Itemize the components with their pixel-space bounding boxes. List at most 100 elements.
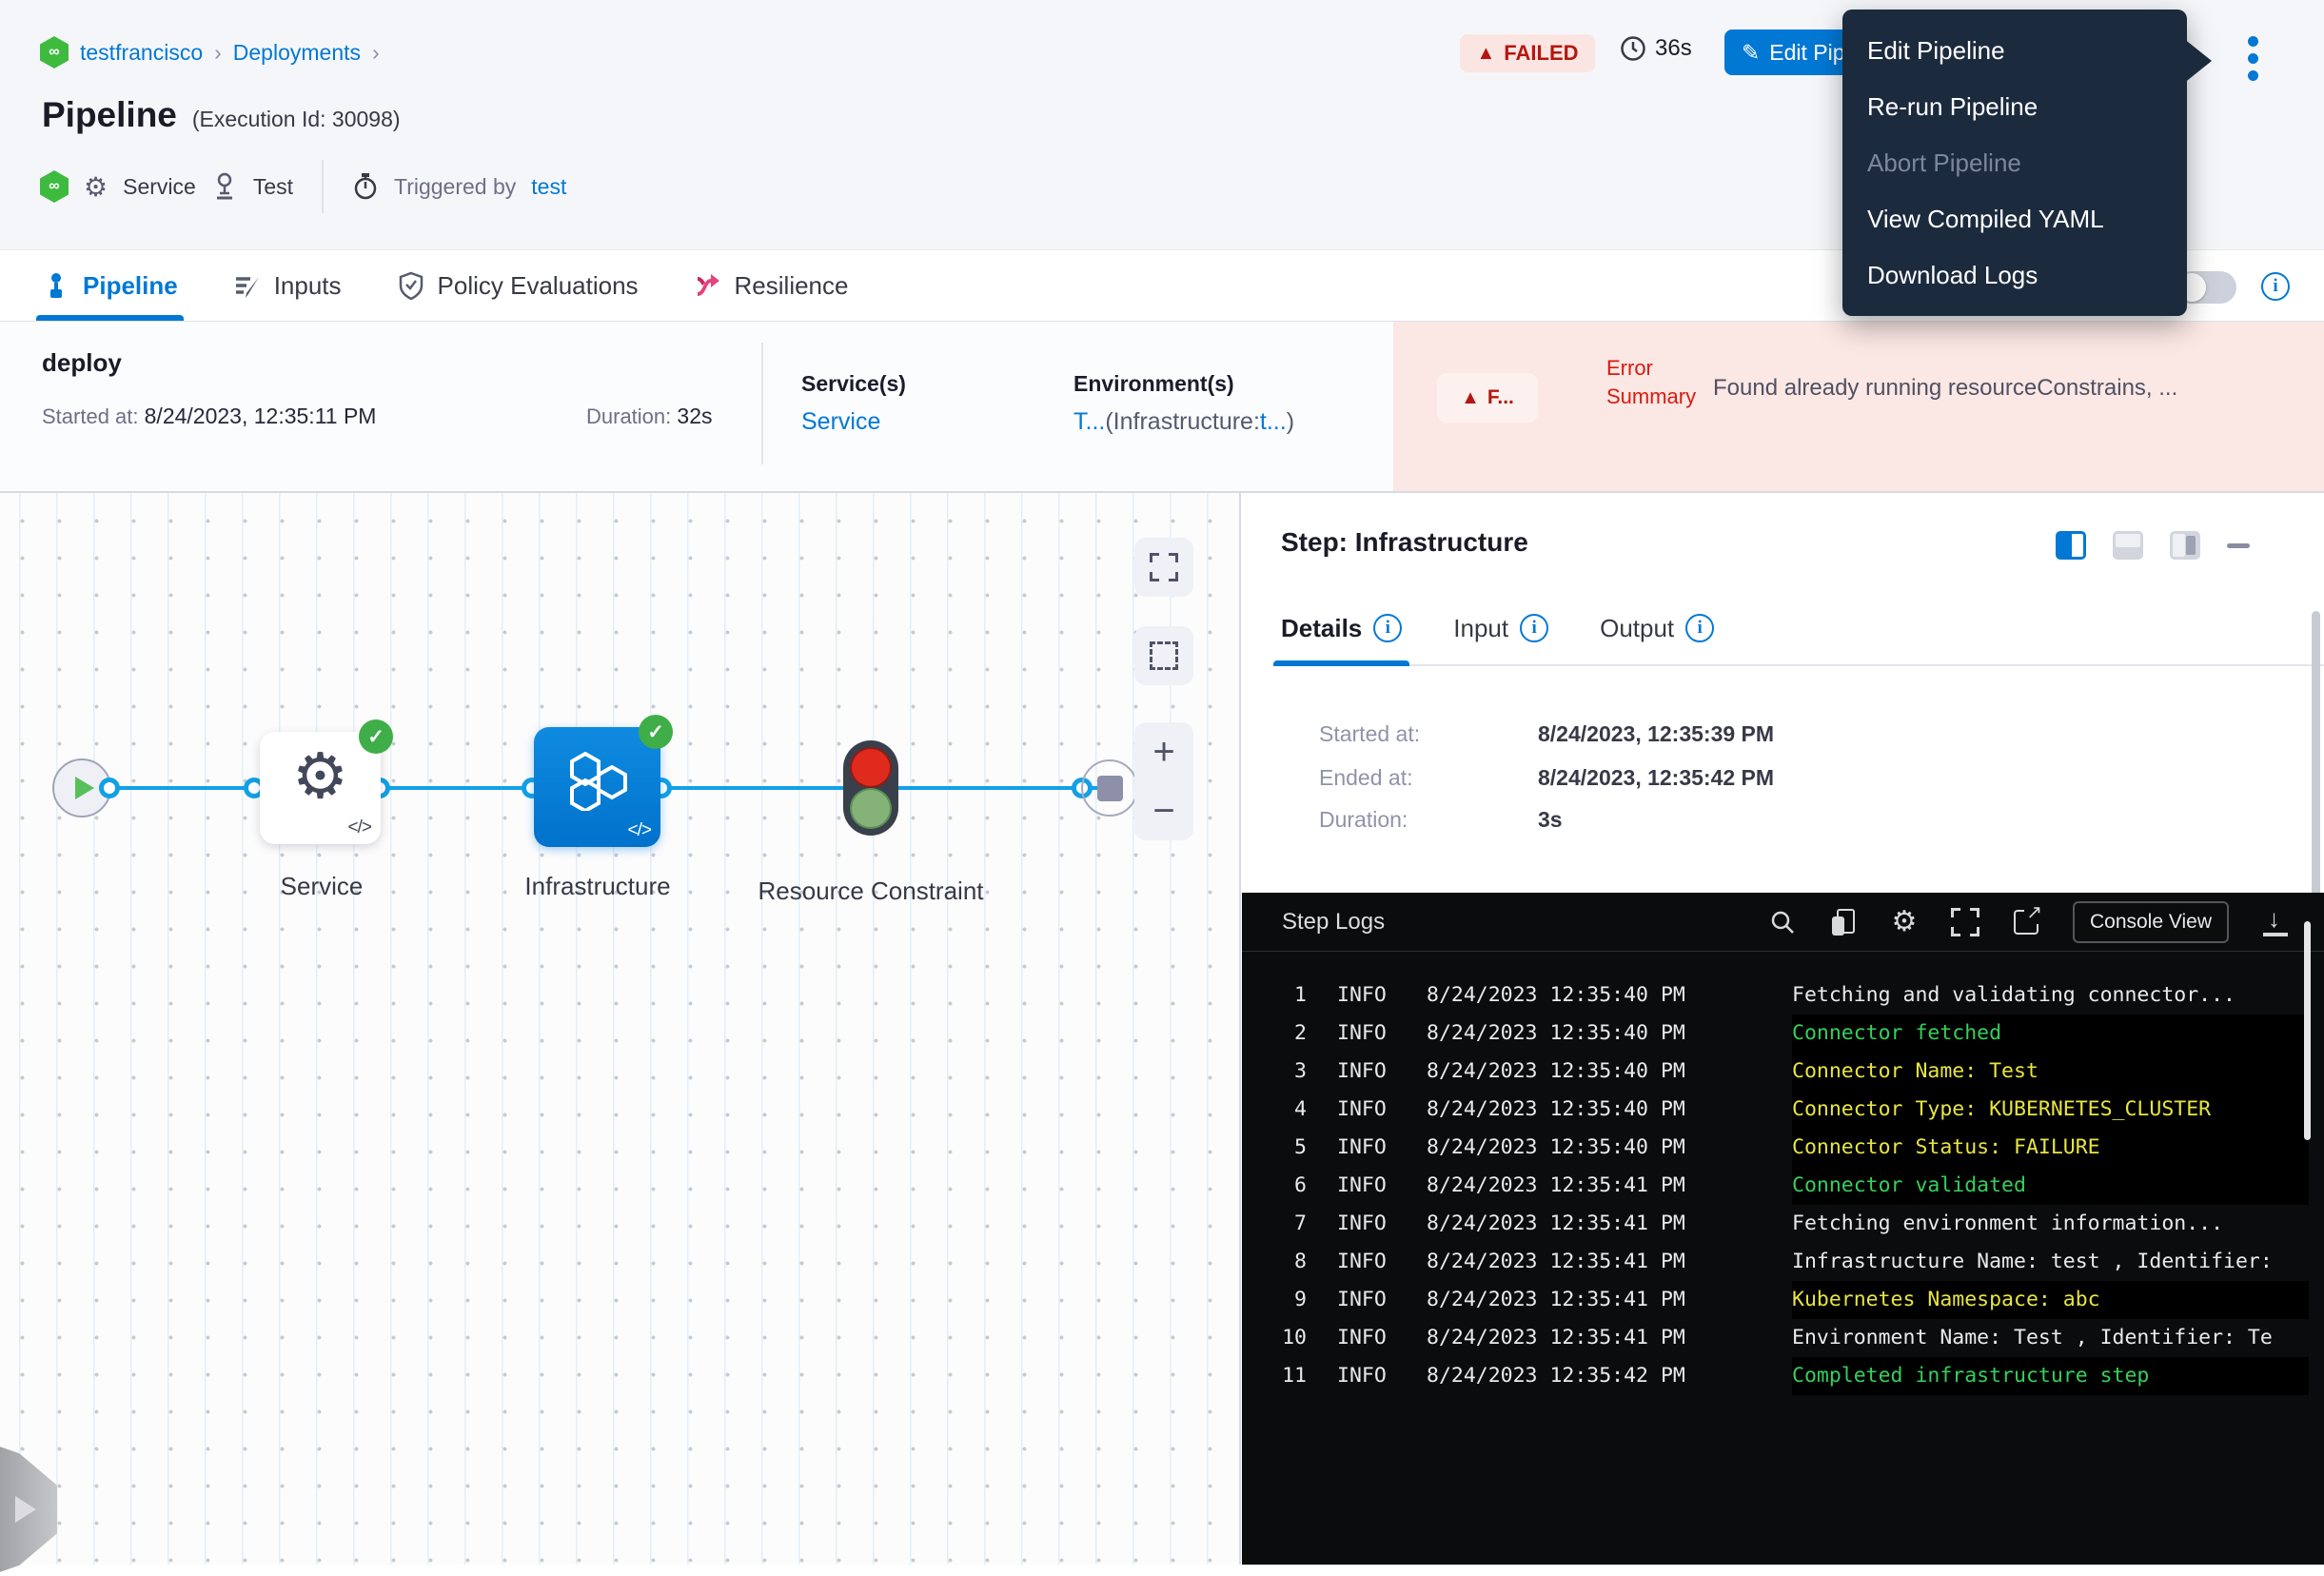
pipeline-icon bbox=[42, 271, 70, 300]
marquee-select-icon bbox=[1150, 641, 1178, 670]
clock-icon bbox=[1620, 35, 1646, 62]
log-line: 11INFO 8/24/2023 12:35:42 PM Completed i… bbox=[1242, 1357, 2324, 1395]
success-check-icon: ✓ bbox=[639, 715, 673, 749]
graph-node-infrastructure[interactable]: ✓ </> bbox=[534, 727, 660, 847]
menu-item-view-compiled-yaml[interactable]: View Compiled YAML bbox=[1842, 191, 2187, 247]
step-panel-title: Step: Infrastructure bbox=[1281, 527, 1528, 558]
traffic-light-green-icon bbox=[850, 788, 892, 829]
layout-right-view-icon[interactable] bbox=[2170, 531, 2200, 560]
log-line: 9INFO 8/24/2023 12:35:41 PM Kubernetes N… bbox=[1242, 1281, 2324, 1319]
service-gear-icon: ⚙ bbox=[84, 171, 108, 203]
environment-icon bbox=[211, 172, 238, 201]
canvas-zoom-controls: + − bbox=[1134, 722, 1193, 840]
log-line: 10INFO 8/24/2023 12:35:41 PM Environment… bbox=[1242, 1319, 2324, 1357]
tab-resilience[interactable]: Resilience bbox=[694, 250, 849, 321]
stage-started-at: Started at: 8/24/2023, 12:35:11 PM bbox=[42, 404, 376, 429]
minimize-panel-icon[interactable] bbox=[2227, 543, 2250, 548]
node-label-service: Service bbox=[226, 872, 417, 901]
error-status-badge: ▲ F... bbox=[1437, 373, 1538, 423]
tab-inputs[interactable]: Inputs bbox=[233, 250, 342, 321]
divider bbox=[761, 343, 763, 464]
end-node bbox=[1081, 759, 1138, 817]
log-settings-gear-icon[interactable]: ⚙ bbox=[1890, 908, 1919, 936]
services-label: Service(s) bbox=[801, 371, 906, 397]
log-line: 7INFO 8/24/2023 12:35:41 PM Fetching env… bbox=[1242, 1205, 2324, 1243]
info-icon[interactable]: i bbox=[1685, 614, 1714, 642]
triggered-by-label: Triggered by bbox=[394, 174, 516, 200]
environment-value[interactable]: T...(Infrastructure:t...) bbox=[1073, 408, 1294, 436]
graph-node-service[interactable]: ⚙ ✓ </> bbox=[260, 732, 381, 844]
info-icon[interactable]: i bbox=[2261, 272, 2290, 301]
tab-pipeline[interactable]: Pipeline bbox=[42, 250, 178, 321]
environments-label: Environment(s) bbox=[1073, 371, 1294, 397]
menu-item-edit-pipeline[interactable]: Edit Pipeline bbox=[1842, 23, 2187, 79]
traffic-light-red-icon bbox=[850, 747, 892, 788]
pencil-icon: ✎ bbox=[1742, 40, 1760, 66]
edge-port bbox=[99, 778, 120, 798]
node-label-resource-constraint: Resource Constraint bbox=[757, 872, 985, 910]
inputs-icon bbox=[233, 271, 262, 300]
layout-split-view-icon[interactable] bbox=[2056, 531, 2086, 560]
stage-duration: Duration: 32s bbox=[586, 404, 713, 429]
code-glyph: </> bbox=[348, 818, 371, 838]
error-summary-text: Found already running resourceConstrains… bbox=[1713, 375, 2314, 402]
info-icon[interactable]: i bbox=[1373, 614, 1402, 642]
log-fullscreen-icon[interactable] bbox=[1951, 908, 1979, 936]
graph-node-resource-constraint[interactable] bbox=[843, 740, 898, 836]
step-details-panel: Step: Infrastructure Detailsi Inputi Out… bbox=[1239, 491, 2324, 1565]
pipeline-actions-menu: Edit Pipeline Re-run Pipeline Abort Pipe… bbox=[1842, 10, 2187, 316]
log-line: 5INFO 8/24/2023 12:35:40 PM Connector St… bbox=[1242, 1129, 2324, 1167]
harness-logo-icon: ∞ bbox=[40, 170, 69, 203]
code-glyph: </> bbox=[628, 820, 651, 841]
expand-arrow-icon bbox=[15, 1496, 36, 1523]
zoom-out-button[interactable]: − bbox=[1152, 792, 1174, 830]
tab-policy-evaluations[interactable]: Policy Evaluations bbox=[397, 250, 639, 321]
collapsed-panel-handle[interactable] bbox=[0, 1443, 57, 1576]
canvas-fullscreen-button[interactable] bbox=[1134, 538, 1193, 597]
success-check-icon: ✓ bbox=[359, 719, 393, 754]
service-link[interactable]: Service bbox=[801, 408, 906, 436]
execution-id: (Execution Id: 30098) bbox=[192, 107, 401, 132]
layout-bottom-view-icon[interactable] bbox=[2113, 531, 2143, 560]
resilience-chaos-icon bbox=[694, 271, 722, 300]
panel-tab-input[interactable]: Inputi bbox=[1453, 592, 1548, 664]
pipeline-graph-canvas[interactable]: ⚙ ✓ </> Service ✓ </> Infrastructure Res… bbox=[0, 491, 1239, 1565]
triggered-by-user-link[interactable]: test bbox=[531, 174, 566, 200]
more-options-kebab-icon[interactable] bbox=[2236, 31, 2269, 85]
detail-row-started: Started at:8/24/2023, 12:35:39 PM bbox=[1319, 721, 1420, 747]
console-scrollbar[interactable] bbox=[2304, 921, 2311, 1140]
log-line: 2INFO 8/24/2023 12:35:40 PM Connector fe… bbox=[1242, 1015, 2324, 1053]
step-logs-console: Step Logs ⚙ Console View 1INFO 8/24/2023… bbox=[1242, 893, 2324, 1565]
divider bbox=[322, 160, 324, 213]
log-line: 4INFO 8/24/2023 12:35:40 PM Connector Ty… bbox=[1242, 1091, 2324, 1129]
environment-name: Test bbox=[253, 174, 293, 200]
stage-summary-bar: deploy Started at: 8/24/2023, 12:35:11 P… bbox=[0, 322, 2324, 491]
menu-item-download-logs[interactable]: Download Logs bbox=[1842, 247, 2187, 304]
fullscreen-icon bbox=[1150, 553, 1178, 581]
page-title: Pipeline bbox=[42, 95, 177, 135]
menu-item-abort-pipeline[interactable]: Abort Pipeline bbox=[1842, 135, 2187, 191]
log-open-external-icon[interactable] bbox=[2012, 908, 2040, 936]
log-download-icon[interactable] bbox=[2261, 908, 2290, 936]
info-icon[interactable]: i bbox=[1520, 614, 1548, 642]
stage-name: deploy bbox=[42, 348, 122, 378]
log-search-icon[interactable] bbox=[1768, 908, 1797, 936]
play-icon bbox=[75, 777, 94, 799]
stopwatch-icon bbox=[352, 172, 379, 201]
log-lines-area[interactable]: 1INFO 8/24/2023 12:35:40 PM Fetching and… bbox=[1242, 952, 2324, 1565]
policy-shield-icon bbox=[397, 271, 425, 300]
panel-tab-details[interactable]: Detailsi bbox=[1281, 592, 1402, 664]
detail-row-ended: Ended at:8/24/2023, 12:35:42 PM bbox=[1319, 765, 1412, 791]
status-badge: ▲ FAILED bbox=[1460, 34, 1595, 72]
log-line: 6INFO 8/24/2023 12:35:41 PM Connector va… bbox=[1242, 1167, 2324, 1205]
menu-item-rerun-pipeline[interactable]: Re-run Pipeline bbox=[1842, 79, 2187, 135]
canvas-select-button[interactable] bbox=[1134, 626, 1193, 685]
console-view-button[interactable]: Console View bbox=[2073, 901, 2229, 943]
elapsed-time: 36s bbox=[1620, 35, 1692, 62]
panel-tab-output[interactable]: Outputi bbox=[1600, 592, 1714, 664]
log-copy-icon[interactable] bbox=[1829, 908, 1858, 936]
detail-row-duration: Duration:3s bbox=[1319, 807, 1408, 833]
log-line: 8INFO 8/24/2023 12:35:41 PM Infrastructu… bbox=[1242, 1243, 2324, 1281]
node-label-infrastructure: Infrastructure bbox=[502, 872, 693, 901]
zoom-in-button[interactable]: + bbox=[1152, 733, 1174, 771]
